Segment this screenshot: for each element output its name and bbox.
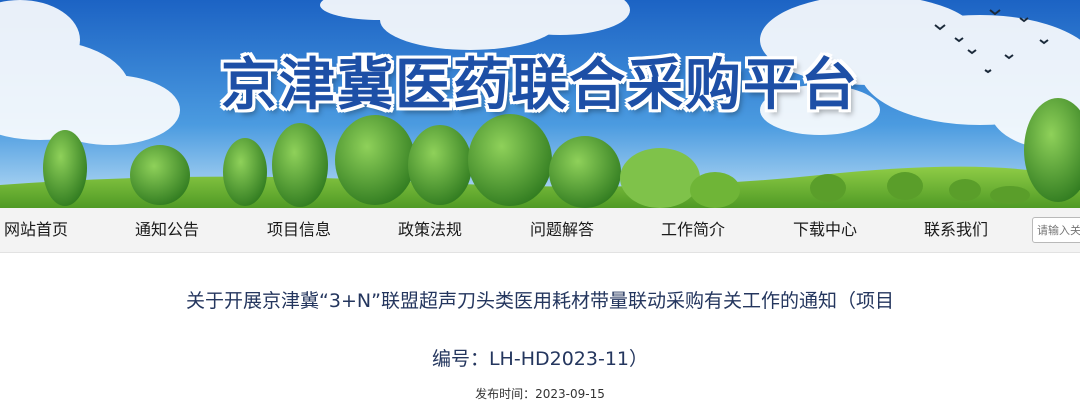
nav-item-about[interactable]: 工作简介 [661, 208, 725, 252]
nav-item-home[interactable]: 网站首页 [4, 208, 68, 252]
search-input[interactable] [1032, 217, 1080, 243]
header-banner: 京津冀医药联合采购平台 [0, 0, 1080, 208]
publish-date: 2023-09-15 [535, 387, 605, 401]
nav-item-downloads[interactable]: 下载中心 [793, 208, 857, 252]
nav-item-policies[interactable]: 政策法规 [398, 208, 462, 252]
publish-label: 发布时间： [475, 387, 536, 401]
nav-item-projects[interactable]: 项目信息 [267, 208, 331, 252]
publish-time: 发布时间：2023-09-15 [0, 385, 1080, 402]
site-title: 京津冀医药联合采购平台 [221, 52, 859, 118]
article-title-line2: 编号：LH-HD2023-11） [431, 348, 649, 370]
main-nav: 网站首页 通知公告 项目信息 政策法规 问题解答 工作简介 下载中心 联系我们 [0, 208, 1080, 253]
nav-item-contact[interactable]: 联系我们 [924, 208, 988, 252]
article-title-line1: 关于开展京津冀“3+N”联盟超声刀头类医用耗材带量联动采购有关工作的通知（项目 [186, 290, 894, 312]
nav-item-notices[interactable]: 通知公告 [135, 208, 199, 252]
nav-item-faq[interactable]: 问题解答 [530, 208, 594, 252]
